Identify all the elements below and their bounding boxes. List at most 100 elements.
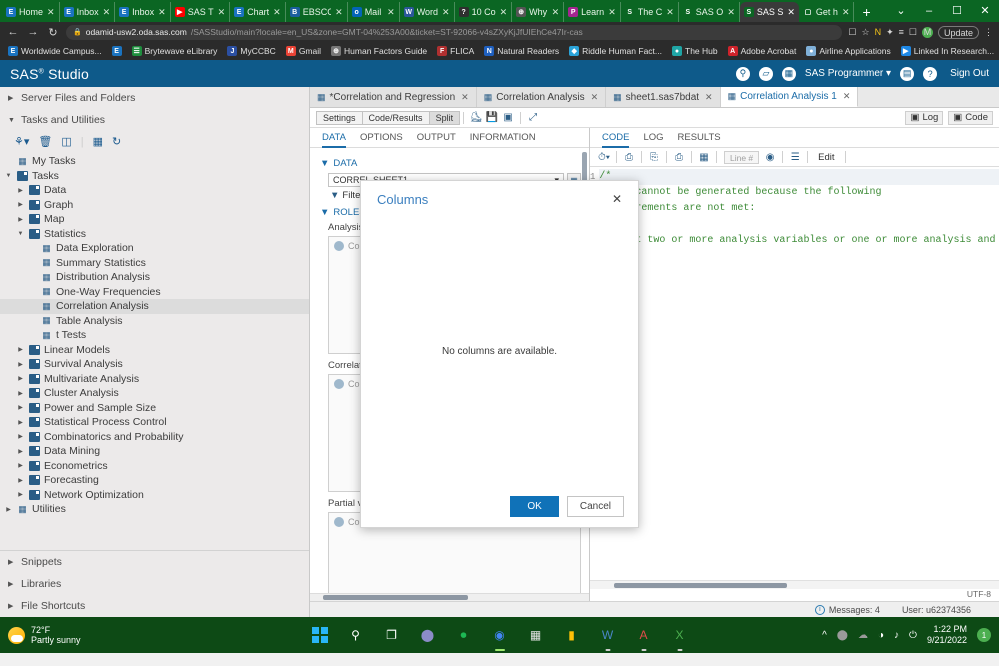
- close-icon[interactable]: ✕: [591, 92, 599, 103]
- chevron-right-icon[interactable]: ▶: [16, 477, 25, 484]
- sign-out-button[interactable]: Sign Out: [950, 68, 989, 79]
- chevron-right-icon[interactable]: ▶: [16, 491, 25, 498]
- sidebar-item-statistics[interactable]: ▼Statistics: [0, 227, 309, 242]
- sidebar-section-snippets[interactable]: ▶Snippets: [0, 551, 309, 573]
- clock[interactable]: 1:22 PM 9/21/2022: [927, 624, 967, 646]
- close-icon[interactable]: ✕: [843, 91, 851, 102]
- sidebar-item-forecasting[interactable]: ▶Forecasting: [0, 473, 309, 488]
- chevron-right-icon[interactable]: ▶: [16, 187, 25, 194]
- format-icon[interactable]: ▦: [696, 152, 712, 163]
- sidebar-item-survival-analysis[interactable]: ▶Survival Analysis: [0, 357, 309, 372]
- sidebar-item-my-tasks[interactable]: ▦My Tasks: [0, 154, 309, 169]
- code-text[interactable]: /* Code cannot be generated because the …: [599, 167, 999, 580]
- work-tab[interactable]: ▦Correlation Analysis✕: [477, 87, 606, 107]
- sidebar-item-tasks[interactable]: ▼Tasks: [0, 169, 309, 184]
- sidebar-item-graph[interactable]: ▶Graph: [0, 198, 309, 213]
- print-icon[interactable]: ⎙: [671, 152, 687, 163]
- browser-tab[interactable]: EChart✕: [230, 2, 286, 22]
- sidebar-item-correlation-analysis[interactable]: ▦Correlation Analysis: [0, 299, 309, 314]
- sidebar-item-distribution-analysis[interactable]: ▦Distribution Analysis: [0, 270, 309, 285]
- work-tab[interactable]: ▦sheet1.sas7bdat✕: [606, 87, 720, 107]
- sidebar-item-statistical-process-control[interactable]: ▶Statistical Process Control: [0, 415, 309, 430]
- history-icon[interactable]: ⏱▾: [596, 152, 612, 163]
- sidebar-item-linear-models[interactable]: ▶Linear Models: [0, 343, 309, 358]
- bookmark-item[interactable]: ▶Linked In Research...: [897, 46, 998, 56]
- bookmark-item[interactable]: ⊕Human Factors Guide: [327, 46, 431, 56]
- address-bar[interactable]: 🔒 odamid-usw2.oda.sas.com/SASStudio/main…: [66, 25, 842, 40]
- chevron-down-icon[interactable]: ▼: [4, 173, 13, 179]
- search-icon[interactable]: ⚲: [345, 624, 367, 646]
- browser-tab[interactable]: ?10 Co✕: [455, 2, 513, 22]
- sidebar-item-utilities[interactable]: ▶▦Utilities: [0, 502, 309, 517]
- close-icon[interactable]: ✕: [612, 192, 622, 206]
- close-icon[interactable]: ✕: [273, 7, 281, 18]
- sidebar-section-server-files[interactable]: ▶ Server Files and Folders: [0, 87, 309, 109]
- data-group-header[interactable]: ▼ DATA: [320, 158, 581, 169]
- work-tab[interactable]: ▦*Correlation and Regression✕: [310, 87, 477, 107]
- browser-tab[interactable]: EInbox✕: [60, 2, 116, 22]
- close-icon[interactable]: ✕: [218, 7, 226, 18]
- grid-icon[interactable]: ▦: [782, 67, 796, 81]
- sidebar-item-power-and-sample-size[interactable]: ▶Power and Sample Size: [0, 401, 309, 416]
- help-icon[interactable]: ?: [923, 67, 937, 81]
- explorer-icon[interactable]: ▮: [561, 624, 583, 646]
- chevron-right-icon[interactable]: ▶: [16, 404, 25, 411]
- sidebar-item-combinatorics-and-probability[interactable]: ▶Combinatorics and Probability: [0, 430, 309, 445]
- sidebar-item-multivariate-analysis[interactable]: ▶Multivariate Analysis: [0, 372, 309, 387]
- forward-icon[interactable]: →: [26, 26, 40, 38]
- close-icon[interactable]: ✕: [387, 7, 395, 18]
- save-icon[interactable]: 💾: [484, 112, 500, 123]
- browser-tab[interactable]: ▶SAS T✕: [171, 2, 230, 22]
- code-hscrollbar[interactable]: [590, 580, 999, 589]
- paste-icon[interactable]: ⎘: [646, 152, 662, 163]
- close-icon[interactable]: ✕: [442, 7, 450, 18]
- back-icon[interactable]: ←: [6, 26, 20, 38]
- chevron-right-icon[interactable]: ▶: [16, 216, 25, 223]
- new-tab-button[interactable]: +: [854, 2, 878, 22]
- excel-icon[interactable]: X: [669, 624, 691, 646]
- refresh-icon[interactable]: ↻: [112, 135, 121, 148]
- bookmark-item[interactable]: ◆Riddle Human Fact...: [565, 46, 666, 56]
- tab-results[interactable]: RESULTS: [678, 128, 721, 148]
- start-button[interactable]: [309, 624, 331, 646]
- browser-tab[interactable]: ⊕Why✕: [512, 2, 564, 22]
- sidebar-item-cluster-analysis[interactable]: ▶Cluster Analysis: [0, 386, 309, 401]
- sidebar-item-map[interactable]: ▶Map: [0, 212, 309, 227]
- bookmark-item[interactable]: NNatural Readers: [480, 46, 563, 56]
- close-icon[interactable]: ✕: [552, 7, 560, 18]
- reading-list-icon[interactable]: ≡: [899, 27, 904, 37]
- tab-output[interactable]: OUTPUT: [417, 128, 456, 148]
- close-icon[interactable]: ✕: [47, 7, 55, 18]
- code-editor[interactable]: 123456 /* Code cannot be generated becau…: [590, 167, 999, 580]
- tab-log[interactable]: LOG: [643, 128, 663, 148]
- chevron-right-icon[interactable]: ▶: [16, 361, 25, 368]
- close-window-button[interactable]: ✕: [971, 0, 999, 22]
- tab-search-button[interactable]: ⌄: [887, 0, 915, 22]
- share-icon[interactable]: ☐: [848, 27, 856, 38]
- chevron-right-icon[interactable]: ▶: [16, 433, 25, 440]
- avatar[interactable]: M: [922, 27, 933, 38]
- chevron-right-icon[interactable]: ▶: [4, 506, 13, 513]
- edit-button[interactable]: Edit: [812, 152, 840, 163]
- ok-button[interactable]: OK: [510, 496, 558, 517]
- wifi-icon[interactable]: ◑: [878, 630, 884, 641]
- close-icon[interactable]: ✕: [335, 7, 343, 18]
- code-button[interactable]: ▣Code: [948, 111, 993, 125]
- word-icon[interactable]: W: [597, 624, 619, 646]
- chevron-right-icon[interactable]: ▶: [16, 346, 25, 353]
- task-pane-hscrollbar[interactable]: [310, 593, 589, 601]
- task-view-icon[interactable]: ❐: [381, 624, 403, 646]
- minimize-button[interactable]: –: [915, 0, 943, 22]
- sidebar-section-tasks-utilities[interactable]: ▼ Tasks and Utilities: [0, 109, 309, 131]
- messages-status[interactable]: i Messages: 4: [815, 605, 880, 615]
- code-results-view-button[interactable]: Code/Results: [362, 111, 430, 125]
- bookmark-star-icon[interactable]: ☆: [862, 27, 870, 38]
- sidebar-item-one-way-frequencies[interactable]: ▦One-Way Frequencies: [0, 285, 309, 300]
- spotify-icon[interactable]: ⏺: [453, 624, 475, 646]
- norton-extension-icon[interactable]: N: [875, 27, 882, 37]
- browser-menu-icon[interactable]: ⋮: [984, 27, 993, 38]
- run-icon[interactable]: ⛸: [468, 112, 484, 123]
- bookmark-item[interactable]: FFLICA: [433, 46, 478, 56]
- browser-tab[interactable]: WWord✕: [400, 2, 455, 22]
- sidebar-section-file-shortcuts[interactable]: ▶File Shortcuts: [0, 595, 309, 617]
